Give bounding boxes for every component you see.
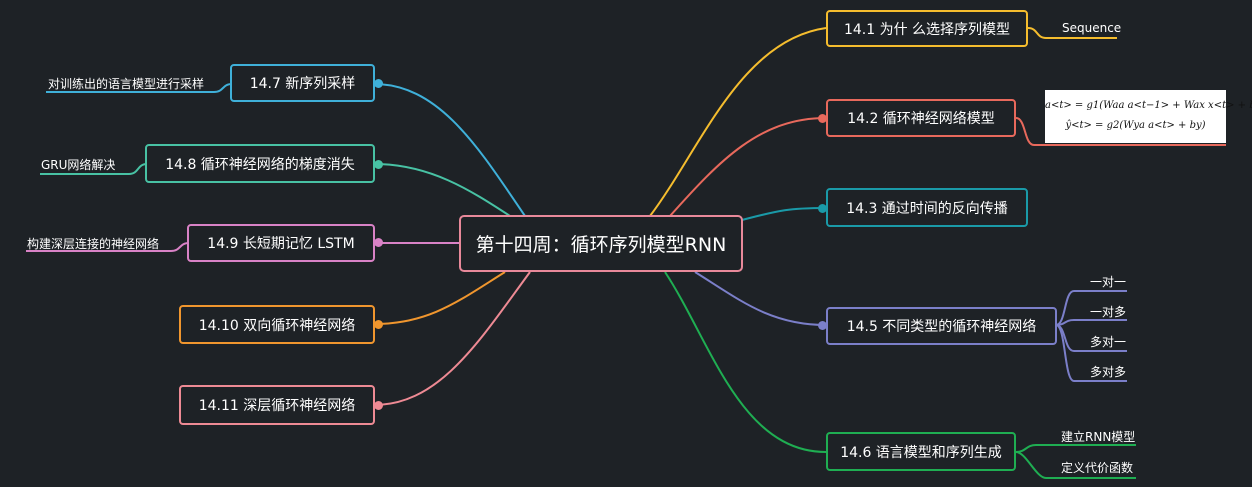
branch-14-11-label: 14.11 深层循环神经网络	[198, 398, 356, 414]
branch-14-8-label: 14.8 循环神经网络的梯度消失	[165, 156, 355, 173]
collapse-dot-14-2[interactable]	[818, 114, 827, 123]
edge-root-b2	[669, 117, 827, 217]
branch-14-6-label: 14.6 语言模型和序列生成	[840, 444, 1002, 461]
branch-14-8[interactable]: 14.8 循环神经网络的梯度消失	[145, 144, 375, 183]
branch-14-3-label: 14.3 通过时间的反向传播	[846, 200, 1008, 217]
collapse-dot-14-7[interactable]	[374, 79, 383, 88]
edge-root-b1	[649, 27, 827, 217]
edge-root-b11	[373, 271, 531, 406]
leaf-build-rnn[interactable]: 建立RNN模型	[1061, 428, 1135, 445]
branch-14-6[interactable]: 14.6 语言模型和序列生成	[826, 432, 1016, 471]
root-label: 第十四周：循环序列模型RNN	[475, 234, 727, 256]
leaf-many-to-many[interactable]: 多对多	[1090, 363, 1126, 380]
branch-14-2-label: 14.2 循环神经网络模型	[847, 111, 995, 127]
collapse-dot-14-10[interactable]	[374, 320, 383, 329]
leaf-many-to-one[interactable]: 多对一	[1090, 333, 1126, 350]
collapse-dot-14-5[interactable]	[818, 321, 827, 330]
formula-line-1: a<t> = g1(Waa a<t−1> + Wax x<t> + ba)	[1045, 100, 1252, 111]
leaf-one-to-many[interactable]: 一对多	[1090, 303, 1126, 320]
edge-root-b8	[373, 163, 511, 217]
root-node[interactable]: 第十四周：循环序列模型RNN	[459, 215, 743, 272]
branch-14-5-label: 14.5 不同类型的循环神经网络	[846, 319, 1037, 335]
edge-root-b10	[373, 271, 506, 325]
edge-root-b6	[664, 271, 827, 453]
leaf-gru[interactable]: GRU网络解决	[41, 156, 115, 173]
branch-14-1-label: 14.1 为什 么选择序列模型	[843, 21, 1011, 38]
edge-b6-leaf1	[1015, 444, 1136, 453]
collapse-dot-14-8[interactable]	[374, 160, 383, 169]
branch-14-11[interactable]: 14.11 深层循环神经网络	[179, 385, 375, 425]
formula-image: a<t> = g1(Waa a<t−1> + Wax x<t> + ba) ŷ<…	[1045, 90, 1252, 143]
branch-14-2[interactable]: 14.2 循环神经网络模型	[826, 99, 1016, 137]
branch-14-7[interactable]: 14.7 新序列采样	[230, 64, 375, 102]
branch-14-10-label: 14.10 双向循环神经网络	[198, 317, 356, 334]
branch-14-5[interactable]: 14.5 不同类型的循环神经网络	[826, 307, 1057, 345]
edge-root-b3	[741, 207, 827, 221]
leaf-sequence[interactable]: Sequence	[1062, 21, 1121, 35]
branch-14-3[interactable]: 14.3 通过时间的反向传播	[826, 188, 1028, 227]
formula-line-2: ŷ<t> = g2(Wya a<t> + by)	[1065, 120, 1206, 131]
collapse-dot-14-9[interactable]	[374, 238, 383, 247]
branch-14-9[interactable]: 14.9 长短期记忆 LSTM	[187, 224, 375, 262]
collapse-dot-14-3[interactable]	[818, 204, 827, 213]
edge-root-b5	[694, 271, 827, 326]
leaf-define-cost[interactable]: 定义代价函数	[1061, 459, 1133, 476]
branch-14-10[interactable]: 14.10 双向循环神经网络	[179, 305, 375, 344]
leaf-sample-trained[interactable]: 对训练出的语言模型进行采样	[48, 75, 204, 92]
leaf-one-to-one[interactable]: 一对一	[1090, 273, 1126, 290]
collapse-dot-14-11[interactable]	[374, 401, 383, 410]
edge-b5-leaf2	[1055, 319, 1127, 326]
branch-14-7-label: 14.7 新序列采样	[249, 76, 356, 92]
leaf-deep-connection[interactable]: 构建深层连接的神经网络	[27, 235, 159, 252]
branch-14-9-label: 14.9 长短期记忆 LSTM	[207, 236, 355, 252]
branch-14-1[interactable]: 14.1 为什 么选择序列模型	[826, 10, 1028, 47]
edge-root-b7	[373, 83, 526, 217]
